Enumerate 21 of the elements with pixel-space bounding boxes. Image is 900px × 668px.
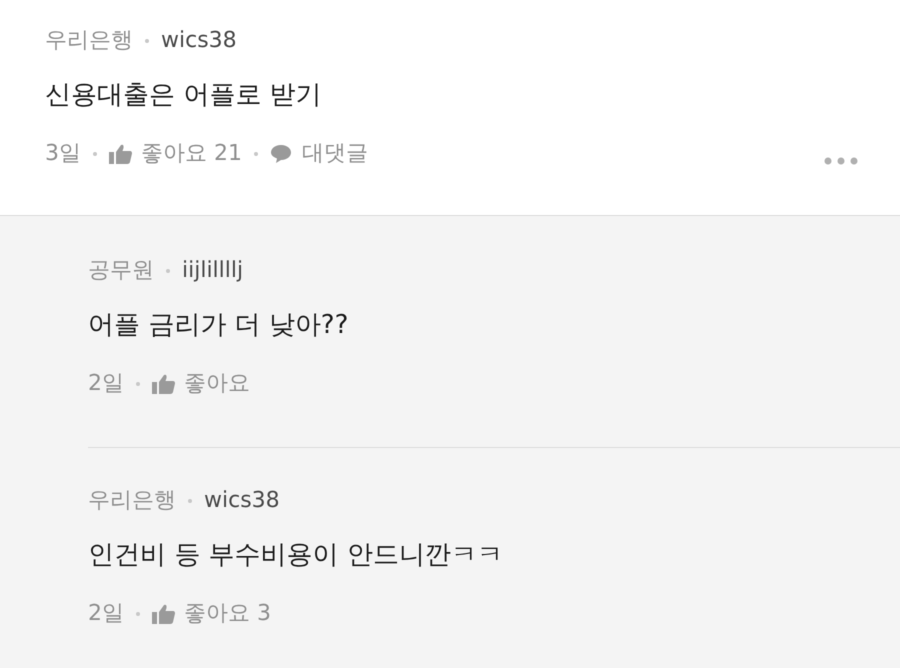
author-name: iijlillllj (182, 260, 244, 282)
reply-button[interactable]: 대댓글 (270, 143, 368, 165)
thumbs-up-icon (152, 603, 176, 625)
author-group: 우리은행 (45, 30, 133, 52)
like-button[interactable]: 좋아요 (152, 373, 250, 395)
more-options-icon[interactable] (824, 157, 858, 165)
like-button[interactable]: 좋아요 3 (152, 603, 271, 625)
comment-age: 2일 (88, 603, 124, 625)
reply-text: 어플 금리가 더 낮아?? (88, 312, 350, 338)
thumbs-up-icon (109, 143, 133, 165)
comment-age: 3일 (45, 143, 81, 165)
author-group: 우리은행 (88, 490, 176, 512)
like-button[interactable]: 좋아요 21 (109, 143, 242, 165)
reply-text: 인건비 등 부수비용이 안드니깐ㅋㅋ (88, 542, 504, 568)
author-name: wics38 (204, 490, 280, 512)
speech-bubble-icon (270, 144, 292, 164)
comment-age: 2일 (88, 373, 124, 395)
thumbs-up-icon (152, 373, 176, 395)
author-group: 공무원 (88, 260, 154, 282)
author-name: wics38 (161, 30, 237, 52)
comment-text: 신용대출은 어플로 받기 (45, 82, 323, 108)
